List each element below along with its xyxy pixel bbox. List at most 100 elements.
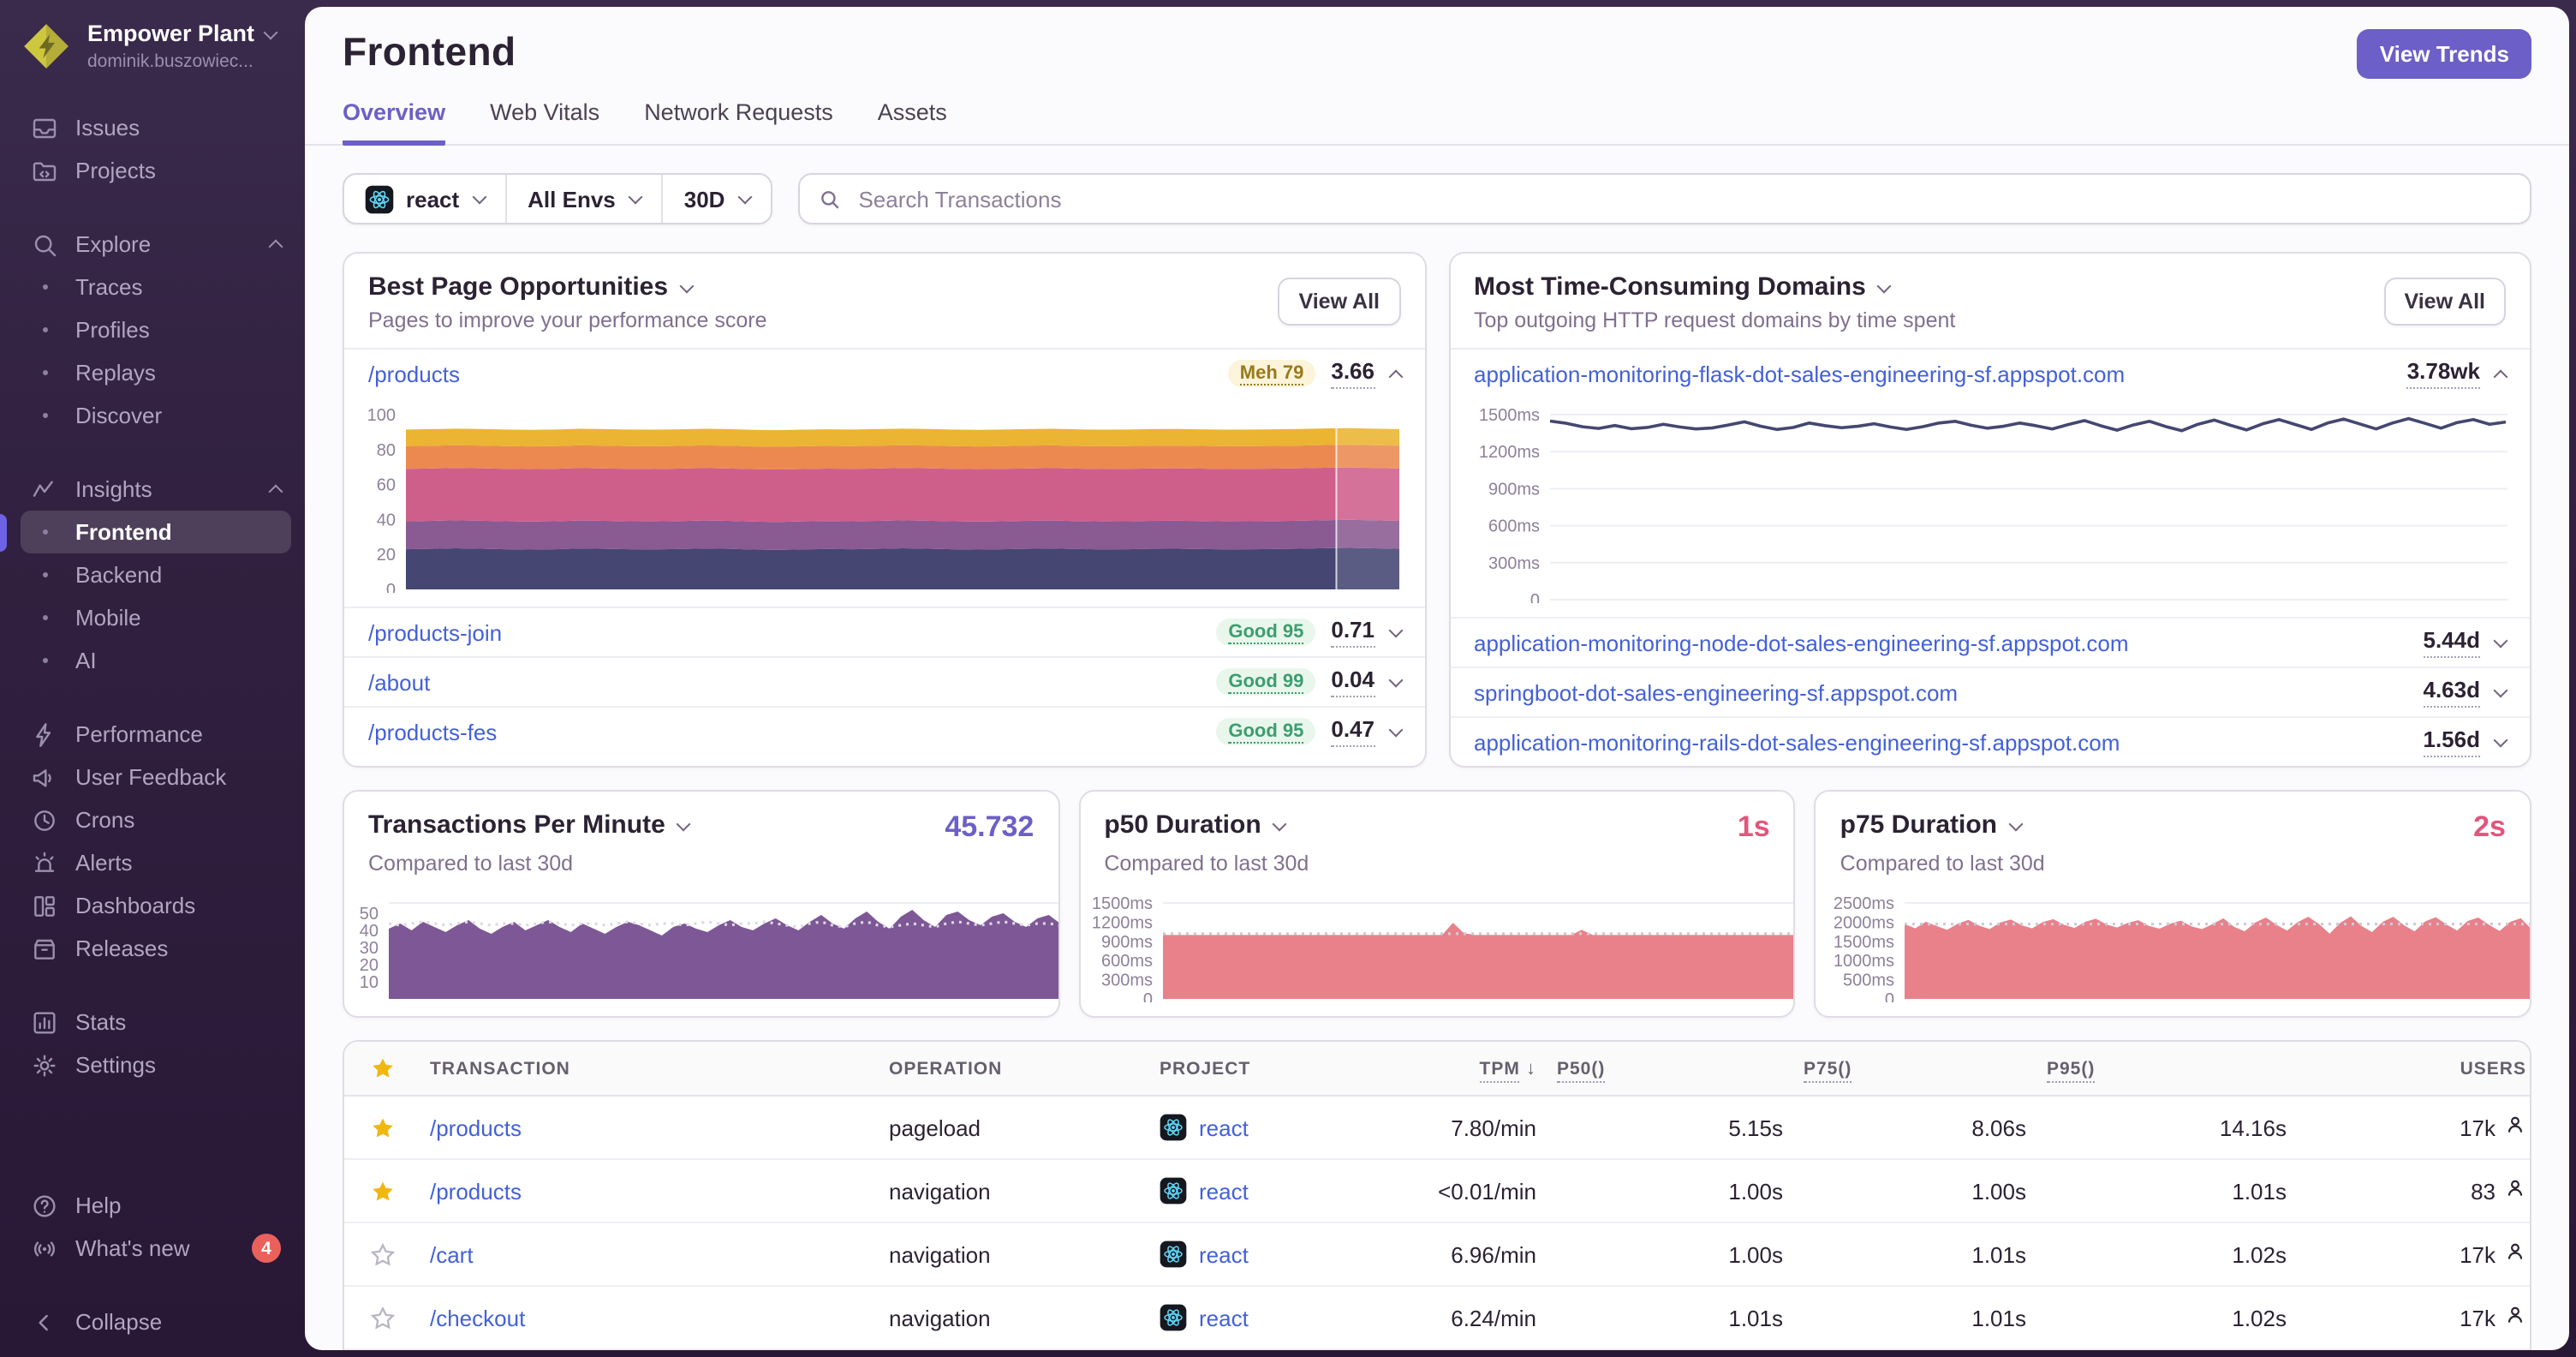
transaction-link[interactable]: /products: [368, 361, 460, 386]
project-link[interactable]: react: [1199, 1178, 1249, 1204]
sidebar-item-projects[interactable]: Projects: [21, 149, 291, 192]
domain-link[interactable]: application-monitoring-node-dot-sales-en…: [1474, 630, 2129, 655]
sidebar-item-label: Backend: [75, 562, 163, 588]
column-header-project[interactable]: PROJECT: [1149, 1058, 1389, 1079]
star-toggle[interactable]: [344, 1241, 420, 1267]
svg-text:60: 60: [377, 476, 396, 495]
chevron-down-icon[interactable]: [1387, 623, 1403, 638]
bullet-icon: [31, 615, 58, 620]
sidebar-item-what-s-new[interactable]: What's new 4: [21, 1227, 291, 1270]
sidebar-group-explore[interactable]: Explore: [21, 223, 291, 266]
sidebar-item-user-feedback[interactable]: User Feedback: [21, 756, 291, 798]
user-icon: [2504, 1304, 2526, 1331]
sidebar-item-ai[interactable]: AI: [21, 639, 291, 682]
chevron-down-icon[interactable]: [2493, 732, 2508, 748]
transaction-cell: /cart: [420, 1241, 879, 1267]
domain-time: 1.56d: [2423, 727, 2480, 757]
domain-link[interactable]: application-monitoring-rails-dot-sales-e…: [1474, 729, 2120, 755]
daterange-filter-label: 30D: [683, 186, 725, 212]
chevron-down-icon[interactable]: [1273, 816, 1288, 831]
sidebar-item-label: AI: [75, 648, 97, 673]
chevron-down-icon[interactable]: [2493, 683, 2508, 698]
chevron-down-icon[interactable]: [2008, 816, 2024, 831]
tab-overview[interactable]: Overview: [343, 99, 446, 146]
chevron-down-icon[interactable]: [677, 816, 692, 831]
column-header-p95-[interactable]: P95(): [2036, 1058, 2297, 1082]
sidebar-item-label: Stats: [75, 1009, 127, 1035]
sidebar-item-issues[interactable]: Issues: [21, 106, 291, 149]
opportunities-view-all-button[interactable]: View All: [1278, 278, 1400, 326]
sidebar-item-frontend[interactable]: Frontend: [0, 511, 291, 553]
sidebar-group-insights[interactable]: Insights: [21, 468, 291, 511]
svg-text:40: 40: [377, 511, 396, 529]
svg-text:2500ms: 2500ms: [1834, 894, 1895, 913]
svg-text:80: 80: [377, 441, 396, 460]
sidebar-item-dashboards[interactable]: Dashboards: [21, 884, 291, 927]
transaction-link[interactable]: /products-fes: [368, 719, 497, 744]
operation-cell: pageload: [889, 1115, 981, 1140]
column-header-p50-[interactable]: P50(): [1547, 1058, 1793, 1082]
siren-icon: [31, 849, 58, 876]
star-toggle[interactable]: [344, 1305, 420, 1330]
tab-network-requests[interactable]: Network Requests: [644, 99, 833, 144]
star-toggle[interactable]: [344, 1178, 420, 1204]
transaction-link[interactable]: /about: [368, 669, 430, 695]
star-toggle[interactable]: [344, 1115, 420, 1140]
p50-cell: 1.00s: [1728, 1178, 1783, 1204]
chevron-down-icon[interactable]: [2493, 633, 2508, 649]
metric-panel-p75-duration: p75 Duration 2s Compared to last 30d 0 500ms…: [1814, 790, 2531, 1018]
sidebar-item-alerts[interactable]: Alerts: [21, 841, 291, 884]
sidebar-item-traces[interactable]: Traces: [21, 266, 291, 308]
transaction-link[interactable]: /products: [430, 1178, 522, 1204]
sidebar-item-profiles[interactable]: Profiles: [21, 308, 291, 351]
transaction-link[interactable]: /cart: [430, 1241, 474, 1267]
sidebar-item-crons[interactable]: Crons: [21, 798, 291, 841]
search-transactions[interactable]: [798, 173, 2531, 224]
org-switcher[interactable]: Empower Plant dominik.buszowiec...: [0, 0, 305, 82]
sidebar-item-collapse[interactable]: Collapse: [21, 1300, 291, 1343]
domain-link[interactable]: springboot-dot-sales-engineering-sf.apps…: [1474, 679, 1958, 705]
project-filter[interactable]: react: [344, 175, 505, 223]
domains-view-all-button[interactable]: View All: [2383, 278, 2506, 326]
chevron-down-icon[interactable]: [679, 278, 695, 293]
metric-title: p50 Duration: [1104, 810, 1288, 840]
domain-link[interactable]: application-monitoring-flask-dot-sales-e…: [1474, 361, 2125, 386]
user-icon: [2504, 1177, 2526, 1205]
chevron-up-icon[interactable]: [2493, 368, 2508, 384]
env-filter[interactable]: All Envs: [505, 175, 662, 223]
column-header-operation[interactable]: OPERATION: [879, 1058, 1149, 1079]
sidebar-item-backend[interactable]: Backend: [21, 553, 291, 596]
chevron-up-icon[interactable]: [1387, 368, 1403, 384]
column-header-transaction[interactable]: TRANSACTION: [420, 1058, 879, 1079]
column-header-star[interactable]: [344, 1055, 420, 1081]
tpm-chart: 10 20 30 40 50: [348, 889, 1058, 1002]
column-header-tpm[interactable]: TPM ↓: [1389, 1058, 1547, 1082]
sidebar-item-help[interactable]: Help: [21, 1184, 291, 1227]
p95-cell: 1.01s: [2232, 1178, 2287, 1204]
column-header-users[interactable]: USERS: [2297, 1058, 2530, 1079]
chevron-down-icon[interactable]: [1877, 278, 1893, 293]
opportunity-row: /products Meh 79 3.66: [344, 350, 1424, 398]
project-link[interactable]: react: [1199, 1305, 1249, 1330]
sidebar-item-releases[interactable]: Releases: [21, 927, 291, 970]
sidebar-item-discover[interactable]: Discover: [21, 394, 291, 437]
tab-web-vitals[interactable]: Web Vitals: [490, 99, 599, 144]
project-link[interactable]: react: [1199, 1115, 1249, 1140]
column-header-p75-[interactable]: P75(): [1793, 1058, 2036, 1082]
sidebar-item-stats[interactable]: Stats: [21, 1001, 291, 1043]
transaction-link[interactable]: /checkout: [430, 1305, 525, 1330]
sidebar-item-performance[interactable]: Performance: [21, 713, 291, 756]
project-link[interactable]: react: [1199, 1241, 1249, 1267]
sidebar-item-replays[interactable]: Replays: [21, 351, 291, 394]
sidebar-item-settings[interactable]: Settings: [21, 1043, 291, 1086]
search-input[interactable]: [855, 184, 2511, 213]
transaction-link[interactable]: /products: [430, 1115, 522, 1140]
view-trends-button[interactable]: View Trends: [2357, 29, 2531, 79]
daterange-filter[interactable]: 30D: [661, 175, 772, 223]
transaction-link[interactable]: /products-join: [368, 619, 502, 645]
chevron-down-icon[interactable]: [1387, 673, 1403, 688]
chevron-down-icon[interactable]: [1387, 722, 1403, 738]
sidebar-item-mobile[interactable]: Mobile: [21, 596, 291, 639]
tab-assets[interactable]: Assets: [878, 99, 947, 144]
svg-text:0: 0: [386, 581, 396, 593]
